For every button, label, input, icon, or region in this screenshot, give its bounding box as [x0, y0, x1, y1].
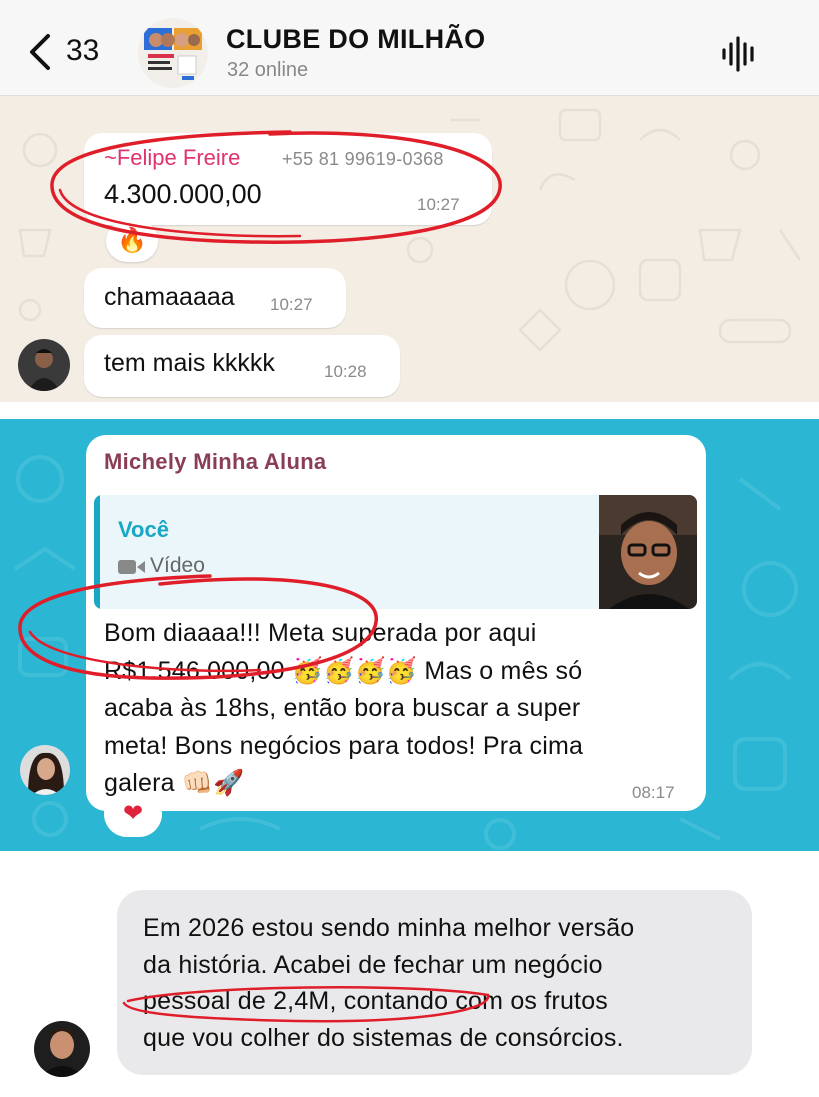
message-line: Em 2026 estou sendo minha melhor versão — [143, 914, 635, 942]
message-bubble-3[interactable]: tem mais kkkkk 10:28 — [84, 335, 400, 397]
message-bubble-5[interactable]: Em 2026 estou sendo minha melhor versão … — [117, 890, 752, 1075]
message-text: chamaaaaa — [104, 283, 235, 311]
sender-avatar[interactable] — [34, 1021, 90, 1077]
message-line: galera 👊🏻🚀 — [104, 769, 245, 797]
message-time: 10:28 — [324, 362, 367, 381]
message-line: meta! Bons negócios para todos! Pra cima — [104, 731, 584, 760]
message-text: Bom diaaaa!!! Meta superada por aqui R$1… — [104, 615, 694, 803]
message-text: Em 2026 estou sendo minha melhor versão … — [143, 910, 743, 1056]
sender-avatar[interactable] — [20, 745, 70, 795]
group-name[interactable]: CLUBE DO MILHÃO — [226, 24, 485, 55]
voice-chat-icon[interactable] — [718, 34, 762, 74]
sender-phone: +55 81 99619-0368 — [282, 149, 444, 169]
message-sender[interactable]: ~Felipe Freire — [104, 145, 240, 171]
sender-avatar[interactable] — [18, 339, 70, 391]
video-camera-icon — [118, 560, 145, 574]
video-thumbnail[interactable] — [599, 495, 697, 609]
message-sender[interactable]: Michely Minha Aluna — [104, 449, 326, 475]
reaction-heart[interactable]: ❤ — [104, 791, 162, 837]
back-chevron-icon[interactable] — [24, 30, 64, 74]
unread-count[interactable]: 33 — [66, 34, 99, 68]
quote-bar — [94, 495, 100, 609]
message-line: pessoal de 2,4M, contando com os frutos — [143, 987, 609, 1015]
message-time: 08:17 — [632, 783, 675, 802]
chat-header: 33 CLUBE DO MILHÃO 32 online — [0, 0, 819, 96]
quote-author: Você — [118, 517, 169, 542]
message-time: 10:27 — [417, 195, 460, 214]
message-line: Bom diaaaa!!! Meta superada por aqui — [104, 619, 537, 647]
chat-screenshot-3: Em 2026 estou sendo minha melhor versão … — [0, 851, 819, 1097]
message-time: 10:27 — [270, 295, 313, 314]
message-bubble-1[interactable]: ~Felipe Freire +55 81 99619-0368 4.300.0… — [84, 133, 492, 225]
message-bubble-2[interactable]: chamaaaaa 10:27 — [84, 268, 346, 328]
group-avatar[interactable] — [138, 18, 208, 88]
message-line: R$1.546.000,00 🥳🥳🥳🥳 Mas o mês só — [104, 656, 583, 685]
message-text: tem mais kkkkk — [104, 349, 275, 377]
reaction-fire[interactable]: 🔥 — [106, 220, 158, 262]
online-status: 32 online — [227, 59, 309, 81]
message-text: 4.300.000,00 — [104, 179, 262, 209]
quote-type: Vídeo — [150, 554, 205, 577]
message-line: que vou colher do sistemas de consórcios… — [143, 1023, 624, 1052]
chat-screenshot-2: Michely Minha Aluna Você Vídeo Bom diaaa… — [0, 419, 819, 851]
chat-screenshot-1: 33 CLUBE DO MILHÃO 32 online ~Felipe Fre… — [0, 0, 819, 402]
quoted-message[interactable]: Você Vídeo — [94, 495, 697, 609]
message-line: acaba às 18hs, então bora buscar a super — [104, 694, 581, 722]
message-line: da história. Acabei de fechar um negócio — [143, 950, 603, 979]
message-bubble-4[interactable]: Michely Minha Aluna Você Vídeo Bom diaaa… — [86, 435, 706, 811]
